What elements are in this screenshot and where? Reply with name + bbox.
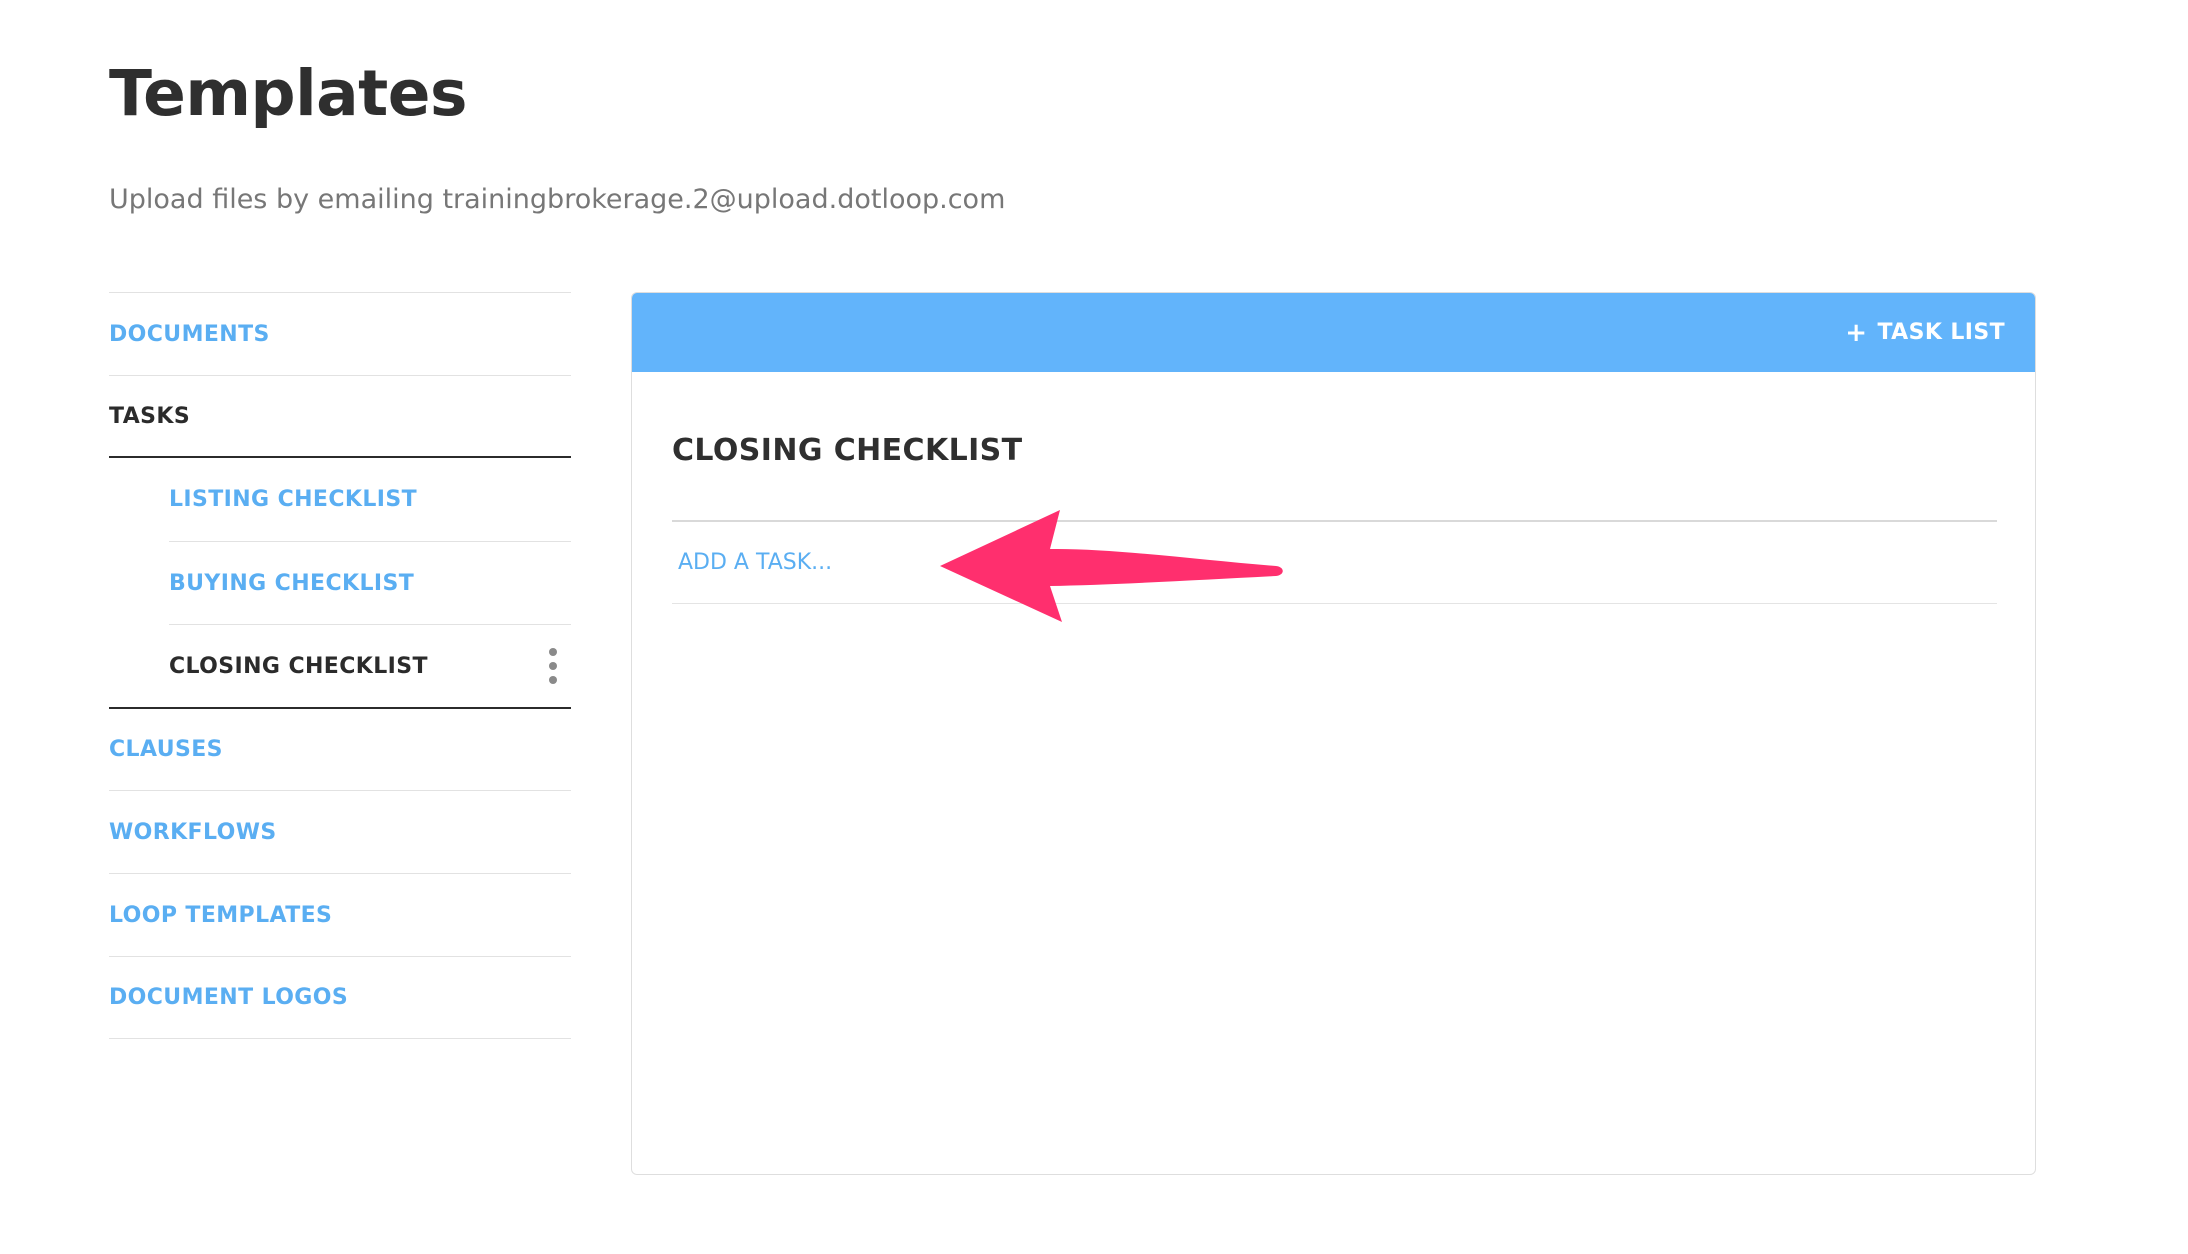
sidebar-item-label: WORKFLOWS xyxy=(109,819,277,845)
subnav-item-label: LISTING CHECKLIST xyxy=(169,487,418,512)
sidebar-item-label: DOCUMENTS xyxy=(109,321,270,347)
panel-header: + TASK LIST xyxy=(632,293,2035,372)
checklist-title: CLOSING CHECKLIST xyxy=(672,433,1023,468)
add-task-row xyxy=(672,520,1997,604)
sidebar-item-label: LOOP TEMPLATES xyxy=(109,902,333,928)
sidebar-item-workflows[interactable]: WORKFLOWS xyxy=(109,790,571,873)
sidebar-item-tasks[interactable]: TASKS xyxy=(109,375,571,458)
subnav-item-label: BUYING CHECKLIST xyxy=(169,570,415,596)
sidebar-item-clauses[interactable]: CLAUSES xyxy=(109,707,571,790)
task-list-panel: + TASK LIST CLOSING CHECKLIST xyxy=(631,292,2036,1175)
subnav-item-buying-checklist[interactable]: BUYING CHECKLIST xyxy=(169,541,571,624)
add-task-input[interactable] xyxy=(672,522,1997,603)
add-task-list-label: TASK LIST xyxy=(1877,320,2005,345)
sidebar-item-label: CLAUSES xyxy=(109,737,223,762)
sidebar-item-loop-templates[interactable]: LOOP TEMPLATES xyxy=(109,873,571,956)
sidebar-item-document-logos[interactable]: DOCUMENT LOGOS xyxy=(109,956,571,1039)
subnav-item-label: CLOSING CHECKLIST xyxy=(169,653,428,679)
add-task-list-button[interactable]: + TASK LIST xyxy=(1845,320,2005,346)
subnav-item-listing-checklist[interactable]: LISTING CHECKLIST xyxy=(169,458,571,541)
sidebar: DOCUMENTS TASKS LISTING CHECKLIST BUYING… xyxy=(109,292,571,1039)
page-subtitle: Upload files by emailing trainingbrokera… xyxy=(109,184,1006,215)
page: Templates Upload files by emailing train… xyxy=(0,0,2188,1254)
page-title: Templates xyxy=(109,57,468,130)
plus-icon: + xyxy=(1845,317,1868,348)
task-list-subnav: LISTING CHECKLIST BUYING CHECKLIST CLOSI… xyxy=(109,458,571,707)
more-options-icon[interactable] xyxy=(543,648,563,684)
sidebar-item-label: TASKS xyxy=(109,403,191,429)
subnav-item-closing-checklist[interactable]: CLOSING CHECKLIST xyxy=(169,624,571,707)
sidebar-item-label: DOCUMENT LOGOS xyxy=(109,985,349,1010)
sidebar-item-documents[interactable]: DOCUMENTS xyxy=(109,292,571,375)
